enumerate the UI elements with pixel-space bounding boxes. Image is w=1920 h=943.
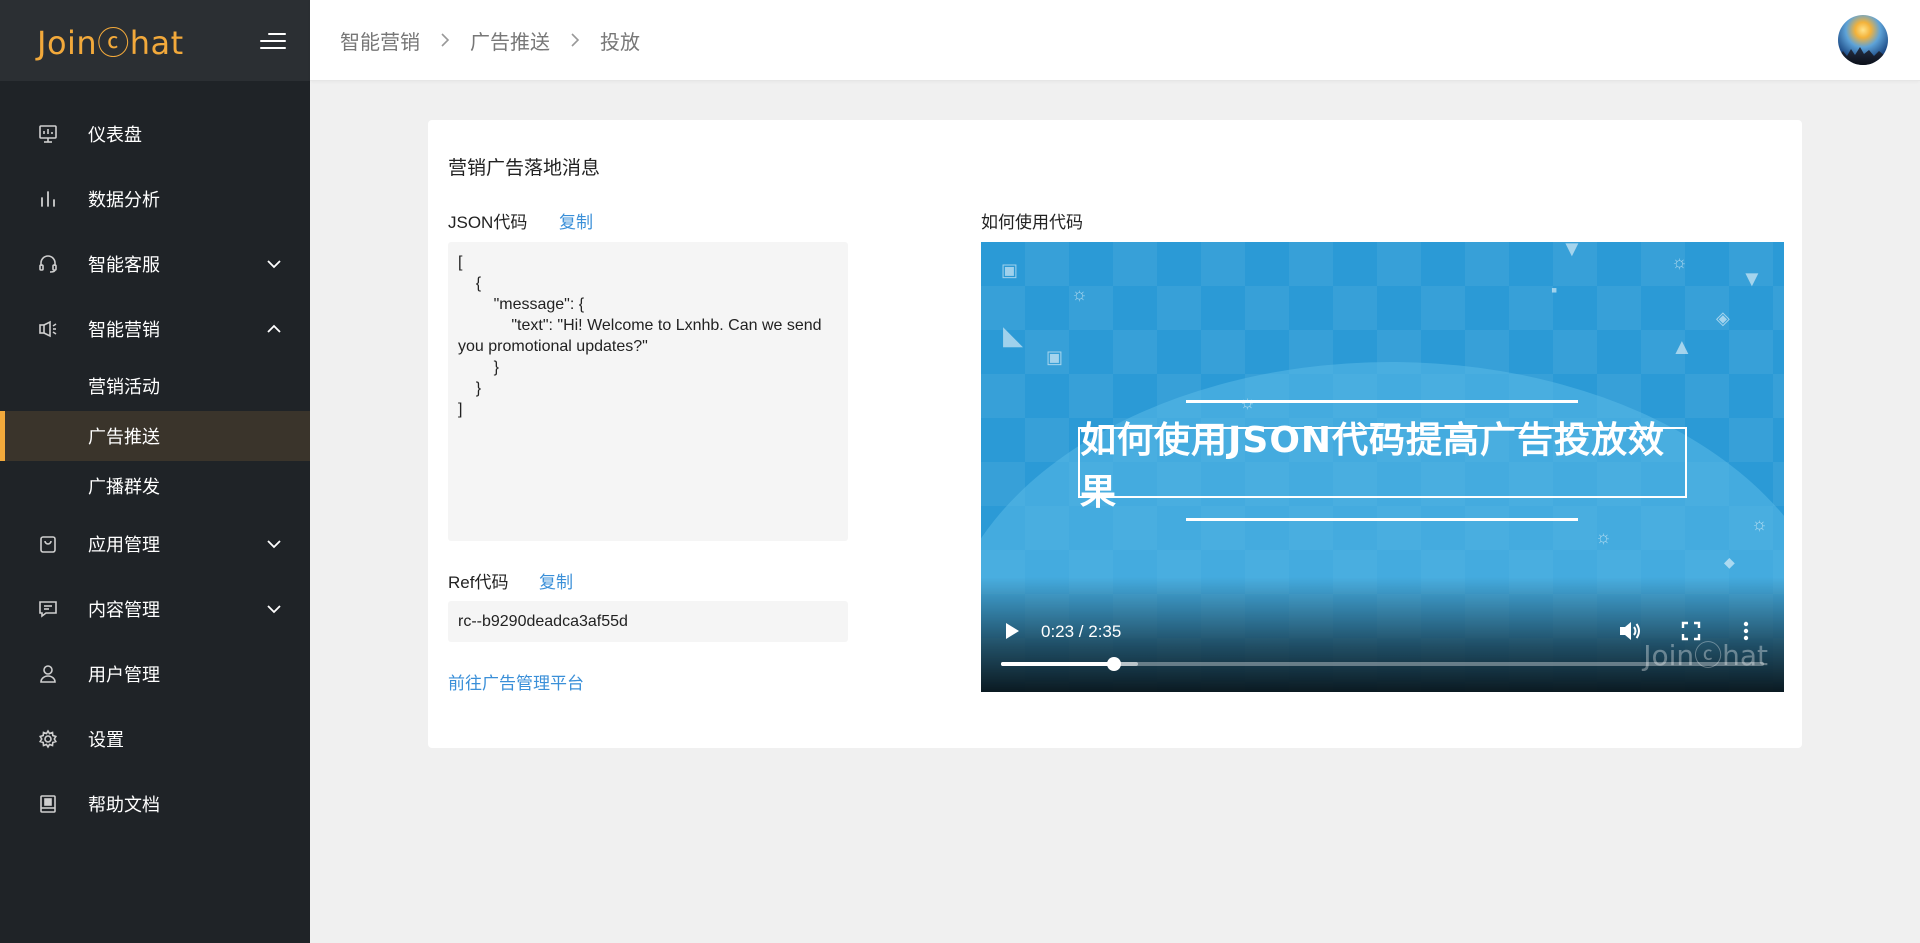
- sidebar-subitem-label: 营销活动: [88, 377, 160, 397]
- square-deco-icon: ▪: [1551, 280, 1558, 300]
- sidebar-item-label: 仪表盘: [88, 124, 142, 145]
- chevron-down-icon: [267, 539, 281, 548]
- triangle-deco-icon: ▼: [1561, 242, 1583, 261]
- megaphone-icon: [36, 317, 60, 341]
- video-title-line-bottom: [1186, 518, 1578, 521]
- breadcrumb: 智能营销 广告推送 投放: [340, 26, 640, 55]
- ref-copy-button[interactable]: 复制: [539, 568, 573, 593]
- video-time: 0:23 / 2:35: [1041, 622, 1122, 641]
- chevron-down-icon: [267, 604, 281, 613]
- sun-deco-icon: ☼: [1671, 252, 1688, 272]
- sidebar-item-label: 应用管理: [88, 534, 160, 555]
- sun-deco-icon: ☼: [1595, 527, 1612, 547]
- sidebar-subitem-label: 广告推送: [88, 427, 160, 447]
- ref-code-label: Ref代码: [448, 573, 509, 592]
- volume-icon[interactable]: [1616, 618, 1644, 644]
- user-icon: [36, 662, 60, 686]
- tutorial-video[interactable]: ▣ ☼ ◣ ▣ ▪ ▼ ☼ ▼ ◈ ▲ ☼ ☼ ☼ ◆ 如何使用JSON代码提高…: [981, 242, 1784, 692]
- avatar[interactable]: [1838, 15, 1888, 65]
- sidebar-item-analytics[interactable]: 数据分析: [0, 166, 310, 231]
- video-title-line-top: [1186, 400, 1578, 403]
- sidebar-item-label: 内容管理: [88, 599, 160, 620]
- ad-platform-link[interactable]: 前往广告管理平台: [448, 669, 584, 694]
- ref-code-box[interactable]: rc--b9290deadca3af55d: [448, 601, 848, 642]
- play-icon[interactable]: [999, 618, 1025, 644]
- video-controls: Joinⓒhat 0:23 / 2:35: [981, 577, 1784, 692]
- video-label: 如何使用代码: [981, 213, 1083, 232]
- sidebar-item-help-docs[interactable]: 帮助文档: [0, 771, 310, 836]
- square-deco-icon: ▣: [1046, 347, 1064, 367]
- sidebar-item-label: 帮助文档: [88, 794, 160, 815]
- diamond-deco-icon: ◈: [1716, 308, 1730, 328]
- sidebar-item-label: 数据分析: [88, 189, 160, 210]
- menu-toggle-icon[interactable]: [260, 30, 286, 52]
- sidebar-item-marketing[interactable]: 智能营销: [0, 296, 310, 361]
- video-played-bar: [1001, 662, 1114, 666]
- chevron-up-icon: [267, 324, 281, 333]
- video-title-box: 如何使用JSON代码提高广告投放效果: [1078, 420, 1687, 513]
- sidebar-subitem-campaigns[interactable]: 营销活动: [0, 361, 310, 411]
- sidebar-item-label: 智能营销: [88, 319, 160, 340]
- book-icon: [36, 792, 60, 816]
- sun-deco-icon: ☼: [1071, 284, 1088, 304]
- chevron-right-icon: [570, 32, 580, 48]
- sidebar-item-user-management[interactable]: 用户管理: [0, 641, 310, 706]
- gear-icon: [36, 727, 60, 751]
- fullscreen-icon[interactable]: [1678, 618, 1704, 644]
- shopping-bag-icon: [36, 532, 60, 556]
- square-deco-icon: ▣: [1001, 260, 1019, 280]
- ref-code-value: rc--b9290deadca3af55d: [458, 612, 628, 630]
- video-progress-bar[interactable]: [1001, 657, 1764, 671]
- breadcrumb-item[interactable]: 广告推送: [470, 26, 550, 55]
- sidebar-item-app-management[interactable]: 应用管理: [0, 511, 310, 576]
- triangle-deco-icon: ◣: [1003, 320, 1023, 350]
- sidebar-item-settings[interactable]: 设置: [0, 706, 310, 771]
- bar-chart-icon: [36, 187, 60, 211]
- sidebar-item-label: 智能客服: [88, 254, 160, 275]
- message-icon: [36, 597, 60, 621]
- breadcrumb-item[interactable]: 智能营销: [340, 26, 420, 55]
- video-seek-handle[interactable]: [1106, 657, 1121, 671]
- json-code-box[interactable]: [ { "message": { "text": "Hi! Welcome to…: [448, 242, 848, 541]
- logo[interactable]: Joinⓒhat: [37, 18, 184, 64]
- sidebar-item-content-management[interactable]: 内容管理: [0, 576, 310, 641]
- ad-landing-card: 营销广告落地消息 JSON代码 复制 [ { "message": { "tex…: [428, 120, 1802, 748]
- chevron-down-icon: [267, 259, 281, 268]
- sun-deco-icon: ☼: [1751, 514, 1768, 534]
- card-title: 营销广告落地消息: [448, 158, 601, 179]
- sidebar-nav: 仪表盘 数据分析 智能客服 智能营销 营销活动 广告推送 广播群发 应用管理 内…: [0, 81, 310, 836]
- sidebar-subitem-broadcast[interactable]: 广播群发: [0, 461, 310, 511]
- headset-icon: [36, 252, 60, 276]
- sidebar-item-customer-service[interactable]: 智能客服: [0, 231, 310, 296]
- sidebar-subitem-label: 广播群发: [88, 477, 160, 497]
- diamond-deco-icon: ◆: [1724, 554, 1735, 570]
- sidebar: Joinⓒhat 仪表盘 数据分析 智能客服 智能营销 营销活动 广告推送 广播…: [0, 0, 310, 943]
- triangle-deco-icon: ▲: [1671, 334, 1693, 359]
- sidebar-subitem-ad-push[interactable]: 广告推送: [0, 411, 310, 461]
- more-options-icon[interactable]: [1736, 618, 1756, 644]
- sidebar-item-label: 用户管理: [88, 664, 160, 685]
- breadcrumb-item: 投放: [600, 31, 640, 54]
- json-code-label: JSON代码: [448, 213, 528, 232]
- video-title-text: 如何使用JSON代码提高广告投放效果: [1080, 419, 1666, 513]
- json-copy-button[interactable]: 复制: [559, 208, 593, 233]
- sidebar-item-dashboard[interactable]: 仪表盘: [0, 101, 310, 166]
- logo-bar: Joinⓒhat: [0, 0, 310, 81]
- top-header: 智能营销 广告推送 投放: [310, 0, 1920, 81]
- chevron-right-icon: [440, 32, 450, 48]
- sidebar-item-label: 设置: [88, 729, 124, 750]
- triangle-deco-icon: ▼: [1741, 266, 1763, 291]
- dashboard-icon: [36, 122, 60, 146]
